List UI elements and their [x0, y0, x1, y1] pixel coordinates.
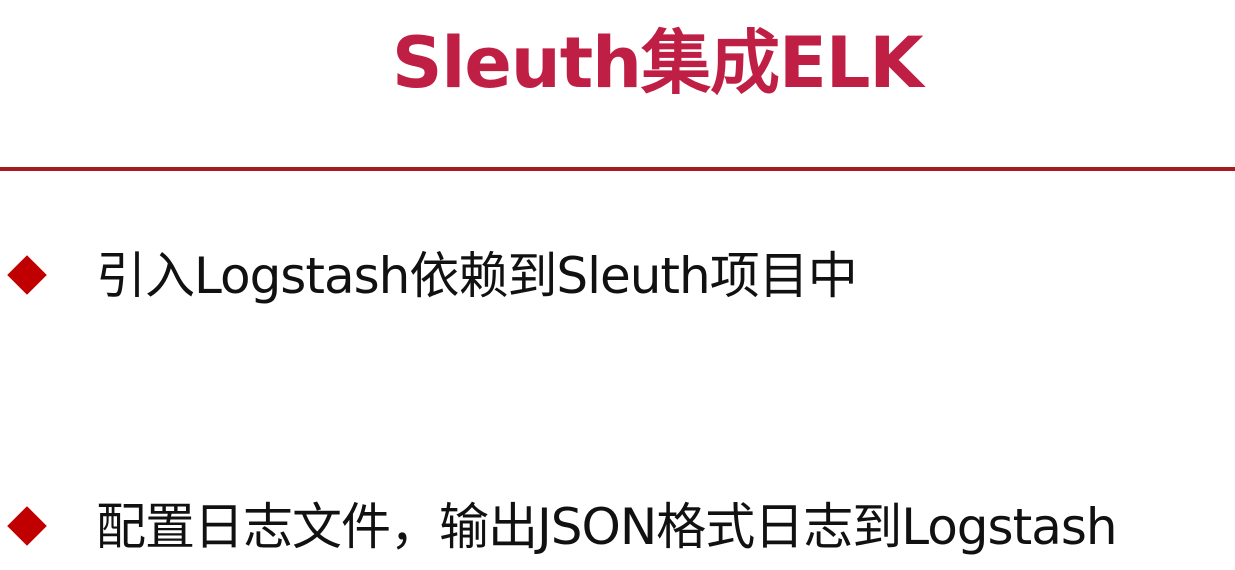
- presentation-slide: Sleuth集成ELK 引入Logstash依赖到Sleuth项目中 配置日志文…: [0, 0, 1235, 570]
- bullet-item-json-log-output: 配置日志文件，输出JSON格式日志到Logstash: [0, 488, 1235, 568]
- bullet-item-logstash-dependency: 引入Logstash依赖到Sleuth项目中: [0, 237, 1235, 317]
- bullet-text: 引入Logstash依赖到Sleuth项目中: [96, 247, 858, 305]
- diamond-bullet-icon: [7, 506, 47, 546]
- slide-title: Sleuth集成ELK: [392, 22, 924, 104]
- title-divider: [0, 167, 1235, 171]
- bullet-text: 配置日志文件，输出JSON格式日志到Logstash: [96, 498, 1118, 556]
- diamond-bullet-icon: [7, 255, 47, 295]
